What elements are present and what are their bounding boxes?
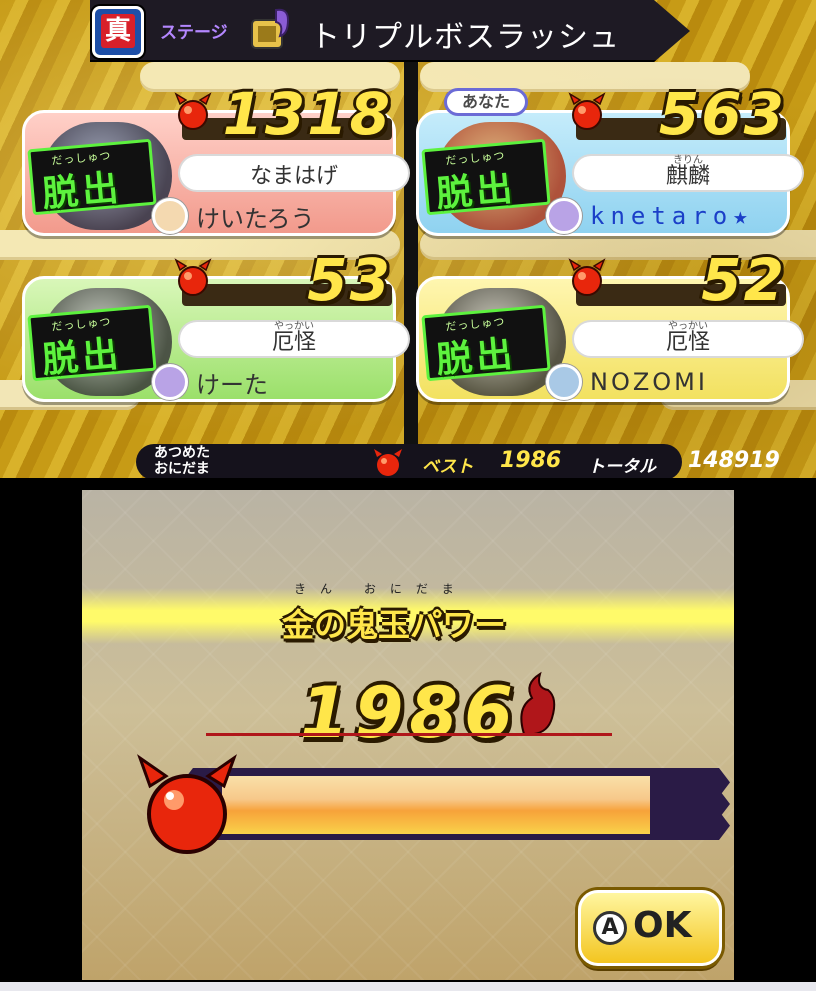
yokai-name-pill: なまはげ (178, 154, 410, 192)
ok-button[interactable]: A OK (578, 890, 722, 966)
stage-label: ステージ (160, 23, 228, 43)
player-row: NOZOMI (546, 364, 708, 400)
total-label: トータル (588, 457, 656, 477)
escape-label: 脱出 (434, 333, 518, 382)
player-row: knetaro★ (546, 198, 754, 234)
score: 52 (701, 246, 786, 314)
yokai-name-pill: きりん 麒麟 (572, 154, 804, 192)
oni-orb-icon (568, 92, 606, 130)
yokai-name-pill: やっかい 厄怪 (572, 320, 804, 358)
escape-label: 脱出 (434, 167, 518, 216)
player-avatar (152, 364, 188, 400)
escape-badge: だっしゅつ 脱出 (421, 138, 551, 216)
collected-label: あつめた おにだま (154, 445, 210, 477)
yokai-name: 厄怪 (665, 330, 710, 355)
oni-orb-icon (174, 92, 212, 130)
escape-badge: だっしゅつ 脱出 (421, 304, 551, 382)
best-value: 1986 (500, 448, 562, 473)
score: 53 (307, 246, 392, 314)
collected-label-line1: あつめた (154, 445, 210, 461)
score: 563 (658, 80, 786, 148)
player-avatar (546, 198, 582, 234)
player-row: けいたろう (152, 198, 315, 234)
player-card: 52 だっしゅつ 脱出 やっかい 厄怪 NOZOMI (416, 246, 804, 402)
power-value: 1986 (300, 672, 519, 754)
yokai-name: なまはげ (249, 164, 338, 189)
player-avatar (546, 364, 582, 400)
player-name: NOZOMI (590, 368, 708, 396)
bottom-screen: きん おにだま 金の鬼玉パワー 1986 A OK (82, 490, 734, 980)
collected-orbs-bar: あつめた おにだま ベスト 1986 トータル 148919 (136, 444, 780, 478)
result-title-ruby: きん おにだま (294, 582, 468, 596)
you-badge: あなた (444, 88, 528, 116)
escape-badge: だっしゅつ 脱出 (27, 138, 157, 216)
a-button-icon: A (593, 911, 627, 945)
yokai-name-pill: やっかい 厄怪 (178, 320, 410, 358)
stage-name: トリプルボスラッシュ (310, 20, 620, 55)
bottom-edge (0, 982, 816, 991)
player-card: 1318 だっしゅつ 脱出 なまはげ けいたろう (22, 80, 410, 236)
result-title: 金の鬼玉パワー (282, 606, 507, 644)
yokai-name: 麒麟 (665, 164, 710, 189)
player-row: けーた (152, 364, 268, 400)
collected-label-line2: おにだま (154, 461, 210, 477)
stage-boss-icon (251, 8, 290, 49)
ok-label: OK (633, 905, 692, 946)
meter-fill (222, 776, 650, 834)
oni-orb-icon (137, 754, 237, 854)
player-name: knetaro★ (590, 202, 754, 230)
oni-orb-icon (174, 258, 212, 296)
top-screen: 真 ステージ トリプルボスラッシュ 1318 だっしゅつ 脱出 なまはげ けいた… (0, 0, 816, 478)
best-label: ベスト (422, 457, 474, 477)
escape-badge: だっしゅつ 脱出 (27, 304, 157, 382)
escape-label: 脱出 (40, 167, 124, 216)
yokai-name: 厄怪 (271, 330, 316, 355)
player-name: けいたろう (196, 204, 315, 233)
oni-orb-icon (568, 258, 606, 296)
score: 1318 (222, 80, 392, 148)
power-meter (132, 752, 730, 862)
stage-difficulty-badge: 真 (92, 6, 144, 58)
total-value: 148919 (688, 448, 780, 473)
player-card: 53 だっしゅつ 脱出 やっかい 厄怪 けーた (22, 246, 410, 402)
player-name: けーた (196, 370, 268, 399)
oni-flame-icon (520, 671, 556, 735)
player-avatar (152, 198, 188, 234)
escape-label: 脱出 (40, 333, 124, 382)
power-underline (206, 733, 612, 736)
oni-orb-icon (374, 449, 402, 476)
